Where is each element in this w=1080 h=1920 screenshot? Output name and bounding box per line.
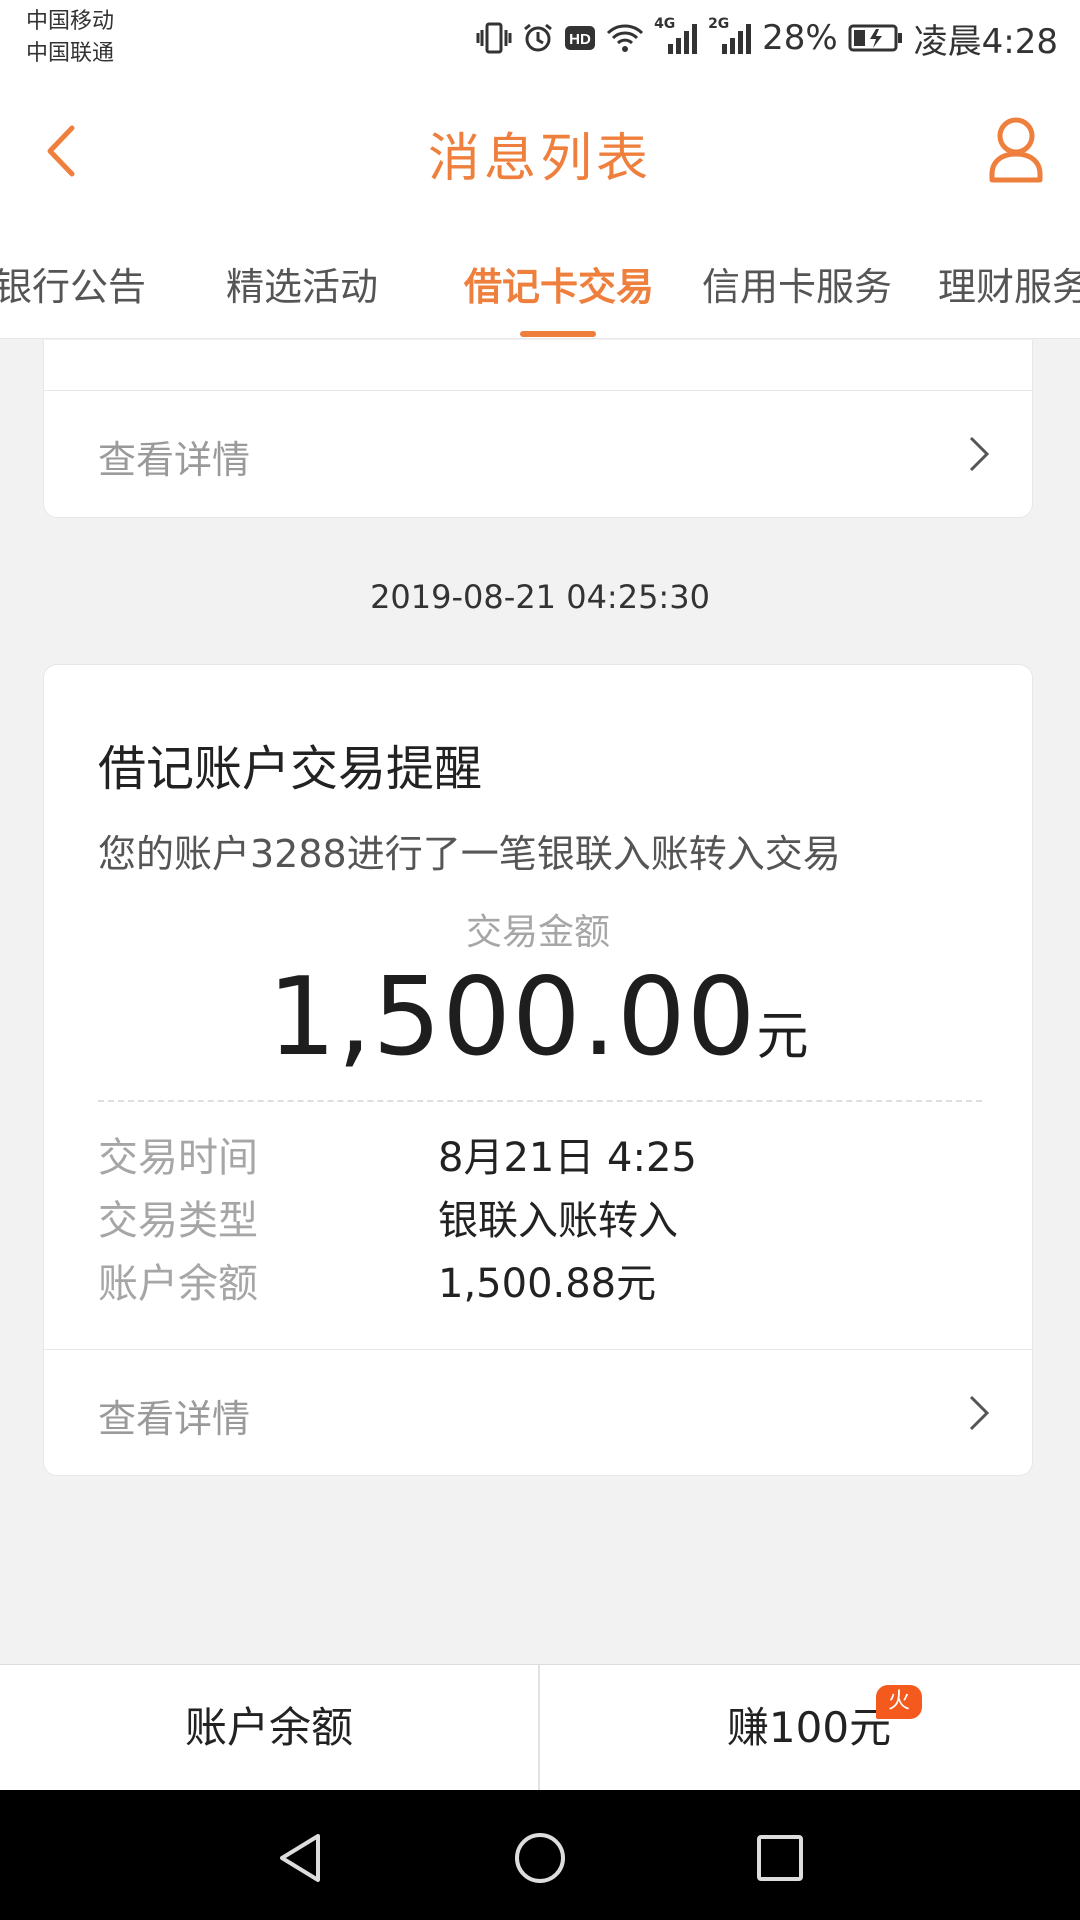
earn-reward-button[interactable]: 赚100元 — [540, 1665, 1078, 1791]
system-nav-bar — [0, 1790, 1080, 1920]
message-card: 借记账户交易提醒 您的账户3288进行了一笔银联入账转入交易 交易金额 1,50… — [43, 664, 1033, 1476]
signal-icon: 2G — [708, 16, 752, 56]
signal-icon: 4G — [654, 16, 698, 56]
tab-featured-events[interactable]: 精选活动 — [226, 256, 378, 311]
status-bar: 中国移动 中国联通 HD 4G 2G 28% 凌晨4:28 — [0, 0, 1080, 78]
info-key: 交易类型 — [98, 1198, 258, 1244]
network-type-1: 4G — [654, 16, 676, 32]
info-value: 银联入账转入 — [438, 1198, 678, 1244]
tab-wealth-service[interactable]: 理财服务 — [938, 256, 1080, 311]
chevron-right-icon — [969, 436, 990, 472]
carrier-1: 中国移动 — [26, 9, 115, 34]
amount-value: 1,500.00 — [267, 955, 757, 1080]
amount-unit: 元 — [756, 1007, 809, 1067]
tab-credit-card-service[interactable]: 信用卡服务 — [702, 256, 892, 311]
alarm-icon — [522, 22, 554, 54]
info-key: 交易时间 — [98, 1135, 258, 1181]
message-timestamp: 2019-08-21 04:25:30 — [370, 578, 710, 616]
message-card-previous: 查看详情 — [43, 340, 1033, 518]
info-row-type: 交易类型 银联入账转入 — [98, 1188, 982, 1248]
profile-button[interactable] — [986, 114, 1046, 184]
view-details-label: 查看详情 — [98, 438, 251, 482]
nav-recents-icon[interactable] — [750, 1828, 810, 1888]
view-details-label: 查看详情 — [98, 1397, 251, 1441]
message-description: 您的账户3288进行了一笔银联入账转入交易 — [98, 832, 841, 876]
dashed-divider — [98, 1100, 982, 1102]
category-tabs: 银行公告 精选活动 借记卡交易 信用卡服务 理财服务 — [0, 220, 1080, 339]
user-icon — [989, 117, 1043, 183]
info-key: 账户余额 — [98, 1261, 258, 1307]
carrier-info: 中国移动 中国联通 — [26, 6, 114, 70]
tab-bank-notice[interactable]: 银行公告 — [0, 256, 146, 311]
chevron-right-icon — [969, 1395, 990, 1431]
info-value: 8月21日 4:25 — [438, 1135, 697, 1181]
info-row-time: 交易时间 8月21日 4:25 — [98, 1125, 982, 1185]
info-row-balance: 账户余额 1,500.88元 — [98, 1251, 982, 1311]
clock: 凌晨4:28 — [913, 21, 1058, 62]
battery-icon — [848, 23, 904, 53]
page-title: 消息列表 — [427, 129, 652, 189]
nav-home-icon[interactable] — [510, 1828, 570, 1888]
wifi-icon — [606, 22, 644, 54]
tab-debit-transactions[interactable]: 借记卡交易 — [464, 256, 654, 311]
carrier-2: 中国联通 — [26, 41, 115, 66]
view-details-link[interactable]: 查看详情 — [44, 1350, 1032, 1476]
title-bar: 消息列表 — [0, 78, 1080, 221]
nav-back-icon[interactable] — [270, 1828, 330, 1888]
vibrate-icon — [476, 20, 512, 56]
battery-percent: 28% — [762, 18, 838, 58]
svg-text:HD: HD — [569, 31, 591, 48]
hot-badge: 火 — [876, 1685, 922, 1719]
info-value: 1,500.88元 — [438, 1261, 657, 1307]
account-balance-button[interactable]: 账户余额 — [0, 1665, 538, 1791]
network-type-2: 2G — [708, 16, 730, 32]
view-details-link[interactable]: 查看详情 — [44, 391, 1032, 517]
amount: 1,500.00元 — [44, 955, 1032, 1080]
hd-icon: HD — [564, 24, 596, 52]
bottom-action-bar: 账户余额 赚100元 火 — [0, 1664, 1080, 1791]
message-title: 借记账户交易提醒 — [98, 741, 483, 797]
amount-label: 交易金额 — [465, 912, 610, 953]
status-icons: HD 4G 2G 28% 凌晨4:28 — [476, 14, 1058, 62]
tab-active-indicator — [520, 331, 596, 337]
